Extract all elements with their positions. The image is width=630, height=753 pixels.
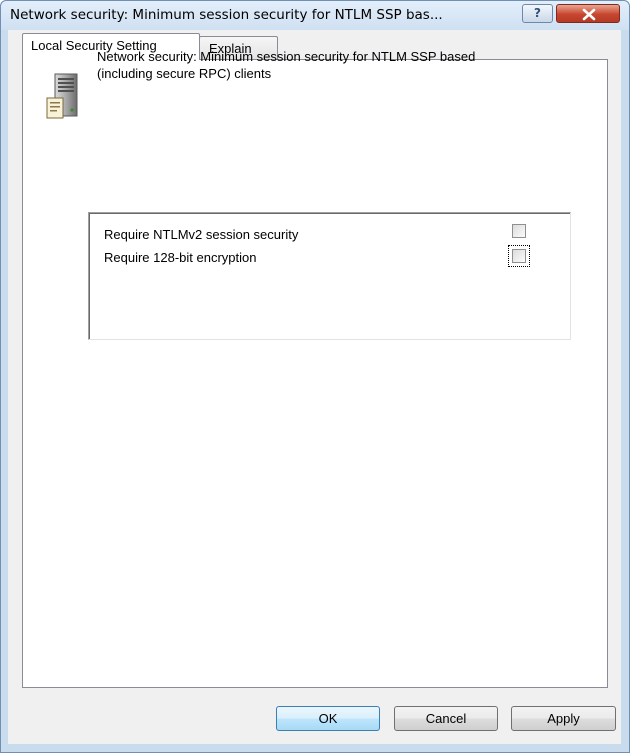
ok-button-label: OK: [318, 711, 338, 726]
title-bar[interactable]: Network security: Minimum session securi…: [1, 1, 629, 30]
tab-panel-local-security-setting: [22, 59, 608, 688]
apply-button[interactable]: Apply: [511, 706, 616, 731]
window-title: Network security: Minimum session securi…: [10, 7, 443, 23]
option-label-128bit: Require 128-bit encryption: [104, 250, 257, 265]
policy-description-line: Network security: Minimum session securi…: [97, 49, 476, 64]
checkbox-require-128bit[interactable]: [512, 249, 526, 263]
policy-description: Network security: Minimum session securi…: [97, 48, 567, 82]
help-button[interactable]: ?: [522, 4, 553, 23]
help-icon: ?: [534, 6, 541, 20]
server-policy-icon: [46, 73, 78, 119]
close-x-icon: [582, 8, 596, 21]
ok-button[interactable]: OK: [276, 706, 380, 731]
cancel-button-label: Cancel: [425, 711, 467, 726]
options-list: Require NTLMv2 session security Require …: [88, 212, 571, 340]
policy-description-line: (including secure RPC) clients: [97, 66, 272, 81]
cancel-button[interactable]: Cancel: [394, 706, 498, 731]
apply-button-label: Apply: [547, 711, 580, 726]
checkbox-require-ntlmv2[interactable]: [512, 224, 526, 238]
option-label-ntlmv2: Require NTLMv2 session security: [104, 227, 299, 242]
close-button[interactable]: [556, 4, 620, 23]
